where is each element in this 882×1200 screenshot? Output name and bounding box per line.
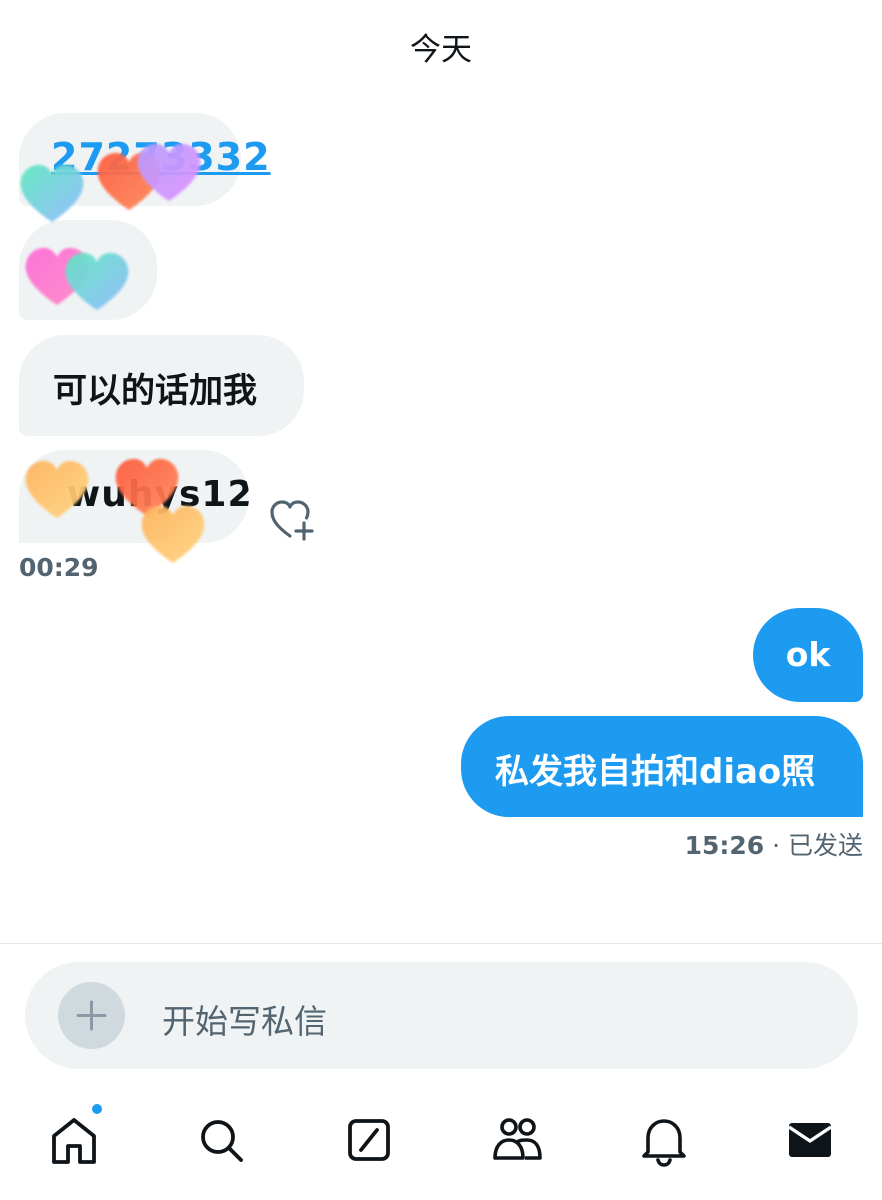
- bell-icon: [642, 1119, 686, 1167]
- received-message-bubble[interactable]: 可以的话加我: [19, 335, 304, 436]
- date-header: 今天: [410, 32, 472, 68]
- search-icon: [201, 1120, 243, 1162]
- home-icon: [52, 1118, 96, 1164]
- nav-messages[interactable]: [780, 1110, 840, 1170]
- notification-dot: [92, 1104, 102, 1114]
- add-media-button[interactable]: [58, 982, 125, 1049]
- add-reaction-heart-icon[interactable]: [268, 498, 316, 542]
- nav-search[interactable]: [191, 1110, 251, 1170]
- communities-icon: [493, 1118, 542, 1160]
- nav-notifications[interactable]: [634, 1110, 694, 1170]
- divider: [0, 943, 882, 944]
- voice-message-icon[interactable]: [784, 996, 824, 1036]
- nav-grok[interactable]: [339, 1110, 399, 1170]
- heart-reaction-icon: [20, 164, 84, 222]
- received-message-text: 可以的话加我: [53, 371, 257, 411]
- nav-communities[interactable]: [487, 1110, 547, 1170]
- message-input[interactable]: 开始写私信: [162, 995, 327, 1043]
- heart-reaction-icon: [65, 252, 129, 310]
- nav-home[interactable]: [44, 1104, 104, 1170]
- plus-icon: [76, 1000, 107, 1031]
- received-timestamp: 00:29: [19, 553, 99, 582]
- sent-message-bubble[interactable]: 私发我自拍和diao照: [461, 716, 863, 817]
- sent-message-text: ok: [785, 635, 831, 674]
- envelope-icon: [788, 1123, 832, 1157]
- heart-reaction-icon: [25, 460, 89, 518]
- sent-timestamp: 15:26: [684, 831, 765, 860]
- sent-message-bubble[interactable]: ok: [753, 608, 863, 702]
- heart-reaction-icon: [137, 143, 201, 201]
- sent-status: 15:26 · 已发送: [685, 826, 863, 862]
- bottom-navigation: [0, 1090, 882, 1200]
- message-composer[interactable]: 开始写私信: [25, 962, 858, 1069]
- sent-status-text: · 已发送: [764, 831, 863, 860]
- heart-reaction-icon: [141, 505, 205, 563]
- grok-icon: [348, 1119, 390, 1161]
- sent-message-text: 私发我自拍和diao照: [495, 752, 816, 792]
